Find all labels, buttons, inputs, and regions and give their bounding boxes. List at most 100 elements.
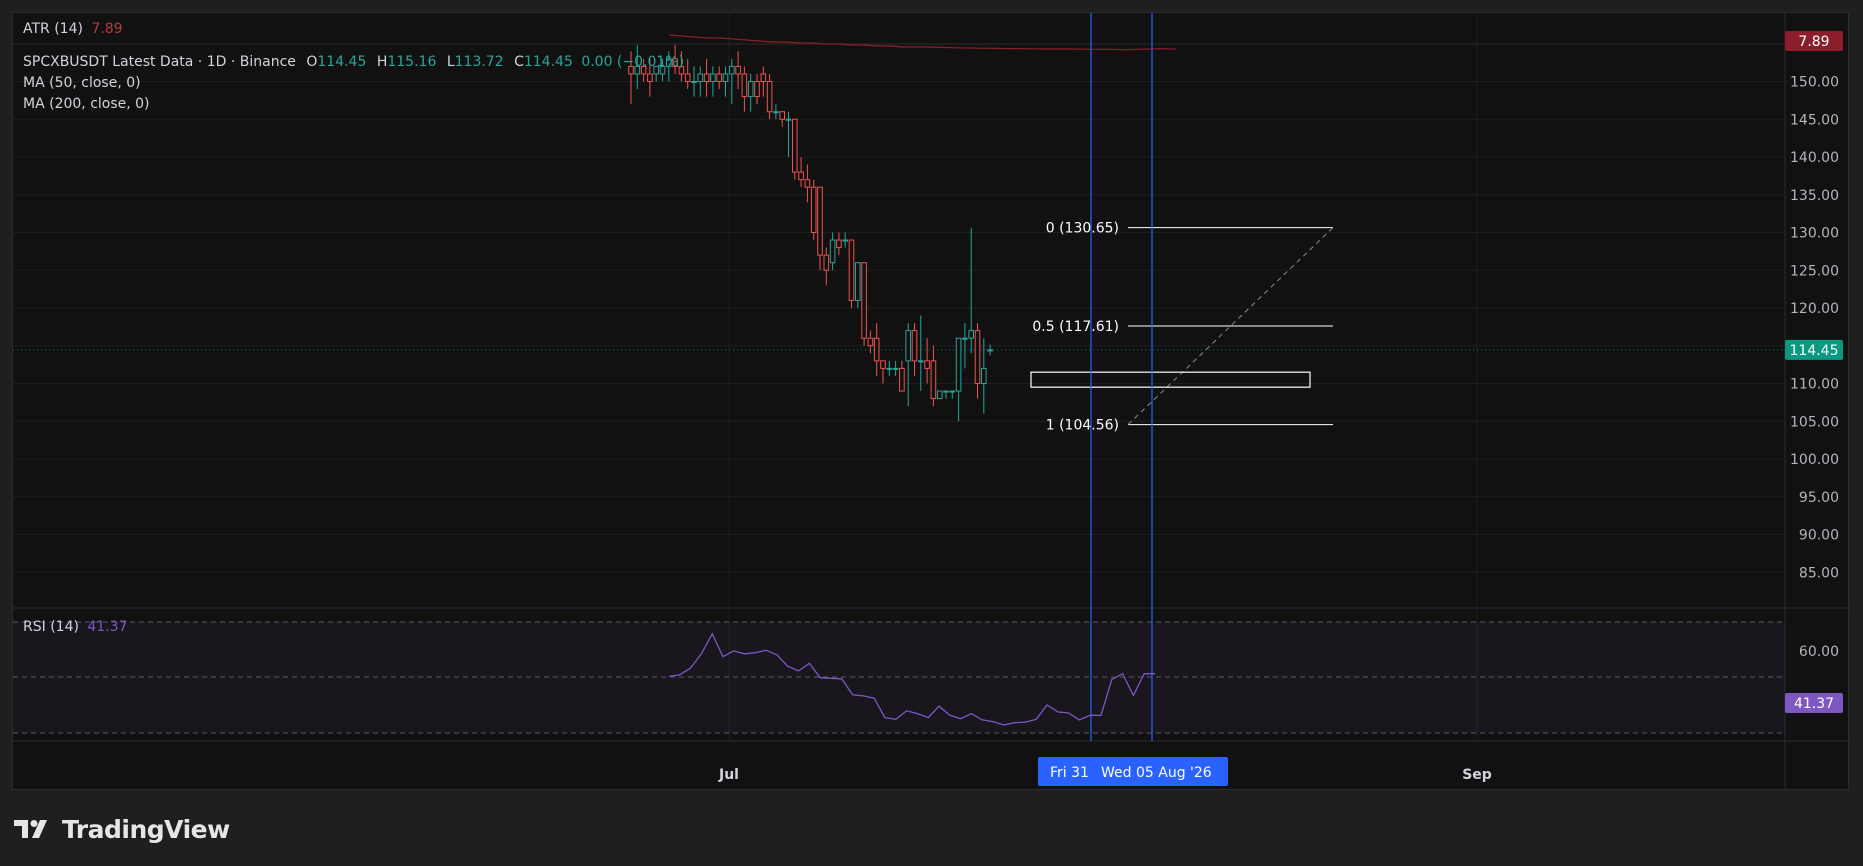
price-chart[interactable]: 150.00 145.00 140.00 135.00 130.00 125.00 120.… [13, 13, 1850, 791]
price-tick-label: 145.00 [1790, 112, 1839, 128]
candle-body [697, 73, 704, 83]
price-tick-label: 140.00 [1790, 150, 1839, 166]
candle-body [741, 73, 748, 98]
candle-body [892, 367, 899, 370]
ma200-legend: MA (200, close, 0) [23, 96, 150, 112]
time-tick-label: Sep [1462, 767, 1492, 783]
ohlc-c-label: C [514, 54, 524, 70]
candle-body [905, 330, 912, 362]
candle-body [779, 111, 786, 120]
candle-body [943, 390, 949, 393]
fib-level-label: 0.5 (117.61) [1032, 319, 1119, 335]
price-tick-label: 90.00 [1799, 528, 1839, 544]
candle-body [729, 65, 735, 75]
candle-body [880, 360, 886, 369]
candle-body [955, 337, 962, 392]
candle-body [710, 73, 716, 83]
candle-body [754, 81, 760, 98]
candle-body [987, 349, 993, 352]
candle-body [804, 179, 811, 188]
candle-body [981, 367, 987, 384]
candle-body [899, 367, 905, 392]
tradingview-brand: TradingView [14, 814, 230, 844]
candle-body [918, 360, 924, 363]
candle-body [703, 73, 710, 83]
time-tick-label: Jul [718, 767, 739, 783]
candle-body [785, 118, 792, 121]
chart-frame: 150.00 145.00 140.00 135.00 130.00 125.00 120.… [12, 12, 1850, 791]
candles-group [628, 45, 993, 422]
candle-body [716, 73, 723, 83]
candle-body [760, 73, 767, 83]
price-tick-label: 130.00 [1790, 226, 1839, 242]
ma50-legend: MA (50, close, 0) [23, 75, 141, 91]
candle-body [924, 360, 930, 369]
ohlc-o-value: 114.45 [317, 54, 367, 70]
candle-body [848, 239, 855, 301]
range-rectangle [1030, 371, 1311, 388]
candle-body [647, 73, 653, 83]
candle-body [823, 254, 830, 271]
candle-body [867, 337, 874, 347]
symbol-title: SPCXBUSDT Latest Data · 1D · Binance [23, 54, 296, 70]
ohlc-h-value: 115.16 [387, 54, 437, 70]
candle-body [886, 367, 893, 370]
fib-level-label: 0 (130.65) [1046, 221, 1119, 237]
ohlc-change: 0.00 (−0.01%) [581, 54, 685, 70]
candle-body [936, 390, 943, 400]
candle-body [911, 330, 918, 362]
date-badge-right: Wed 05 Aug '26 [1101, 765, 1212, 781]
atr-legend: ATR (14) 7.89 [23, 21, 123, 37]
price-tick-label: 110.00 [1790, 377, 1839, 393]
candle-body [855, 262, 861, 301]
candle-body [829, 239, 836, 264]
candle-body [861, 262, 867, 339]
price-tick-label: 100.00 [1790, 452, 1839, 468]
candle-body [962, 337, 968, 340]
atr-value: 7.89 [91, 21, 123, 37]
candle-body [691, 81, 697, 83]
price-tick-label: 150.00 [1790, 75, 1839, 91]
brand-name: TradingView [62, 814, 230, 844]
ohlc-c-value: 114.45 [523, 54, 573, 70]
ohlc-l-value: 113.72 [454, 54, 504, 70]
candle-body [930, 360, 937, 400]
ohlc-o-label: O [306, 54, 318, 70]
candle-body [968, 330, 975, 339]
candle-body [949, 390, 956, 393]
atr-badge-text: 7.89 [1798, 34, 1829, 50]
price-tick-label: 125.00 [1790, 263, 1839, 279]
atr-line [668, 34, 1177, 51]
price-tick-label: 95.00 [1799, 490, 1839, 506]
fib-level-label: 1 (104.56) [1046, 418, 1119, 434]
candle-body [842, 239, 849, 242]
candle-body [747, 81, 754, 98]
candle-body [792, 118, 798, 173]
atr-label: ATR (14) [23, 21, 83, 37]
candle-body [766, 81, 773, 113]
rsi-legend: RSI (14) 41.37 [23, 619, 127, 635]
ohlc-h-label: H [376, 54, 388, 70]
candle-body [836, 239, 842, 249]
candle-body [974, 330, 981, 384]
ohlc-l-label: L [446, 54, 455, 70]
candle-body [735, 65, 741, 75]
candle-body [810, 186, 817, 233]
price-tick-label: 105.00 [1790, 414, 1839, 430]
rsi-label: RSI (14) [23, 619, 79, 635]
candle-body [684, 73, 691, 83]
candle-body [798, 171, 804, 181]
tradingview-logo-icon [14, 820, 47, 838]
rsi-badge-text: 41.37 [1794, 696, 1834, 712]
price-tick-label: 120.00 [1790, 301, 1839, 317]
candle-body [873, 337, 880, 362]
price-tick-label: 85.00 [1799, 565, 1839, 581]
candle-body [722, 73, 729, 83]
price-badge-text: 114.45 [1790, 343, 1839, 359]
rsi-tick-label: 60.00 [1799, 644, 1839, 660]
candle-body [773, 111, 779, 114]
date-badge-left: Fri 31 [1050, 765, 1089, 781]
rsi-value: 41.37 [87, 619, 128, 635]
symbol-legend: SPCXBUSDT Latest Data · 1D · Binance O11… [23, 54, 684, 70]
price-tick-label: 135.00 [1790, 188, 1839, 204]
